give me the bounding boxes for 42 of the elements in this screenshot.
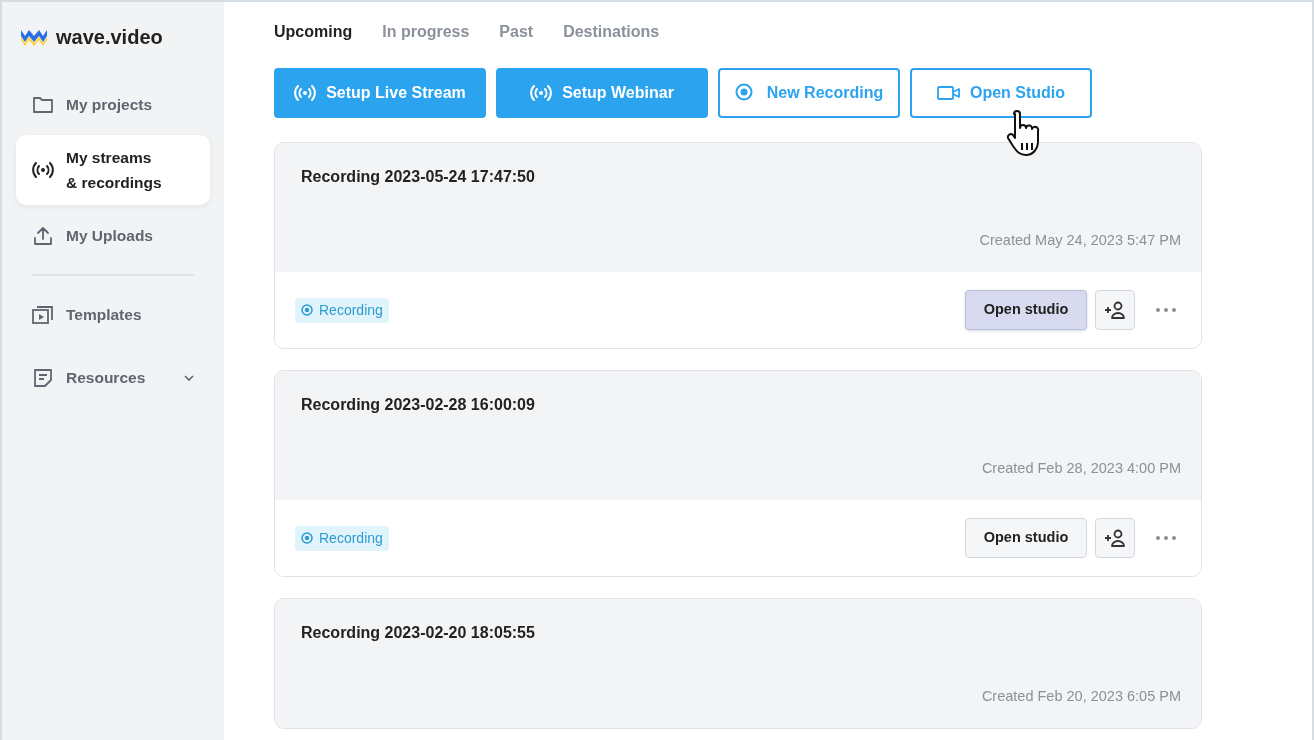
sidebar-item[interactable]: My projects [16,82,210,127]
created-date: Created Feb 28, 2023 4:00 PM [981,459,1181,479]
recording-title: Recording 2023-02-20 18:05:55 [301,623,536,643]
recording-title: Recording 2023-02-28 16:00:09 [301,395,536,415]
logo-text: wave.video [56,25,163,50]
logo-icon [20,28,48,46]
add-user-icon [1104,301,1126,319]
broadcast-icon [294,83,317,103]
created-date: Created Feb 20, 2023 6:05 PM [981,687,1181,707]
action-button[interactable]: New Recording [718,68,900,118]
more-icon [1155,535,1177,541]
folder-icon [32,94,54,115]
more-icon [1155,307,1177,313]
chevron-down-icon [184,374,194,381]
sidebar-item[interactable]: My Uploads [16,213,210,258]
action-button[interactable]: Setup Live Stream [274,68,486,118]
tab[interactable]: Destinations [563,20,660,44]
tab[interactable]: In progress [382,20,470,44]
add-user-icon [1104,529,1126,547]
action-button[interactable]: Setup Webinar [496,68,708,118]
action-button[interactable]: Open Studio [910,68,1092,118]
document-icon [32,367,54,388]
record-icon [301,532,313,544]
created-date: Created May 24, 2023 5:47 PM [979,231,1181,251]
status-tag: Recording [295,525,389,551]
add-user-button[interactable] [1095,518,1135,558]
tab[interactable]: Past [499,20,534,44]
broadcast-icon [530,83,553,103]
recording-title: Recording 2023-05-24 17:47:50 [301,167,536,187]
video-camera-icon [936,84,960,102]
open-studio-button[interactable]: Open studio [965,518,1087,558]
tab[interactable]: Upcoming [274,20,353,44]
play-window-icon [32,304,54,325]
add-user-button[interactable] [1095,290,1135,330]
sidebar-item[interactable]: Templates [16,292,210,337]
record-icon [301,304,313,316]
broadcast-icon [32,159,54,181]
open-studio-button[interactable]: Open studio [965,290,1087,330]
sidebar-item[interactable]: Resources [16,355,210,400]
sidebar-item[interactable]: My streams & recordings [16,135,210,205]
upload-icon [32,225,54,246]
status-tag: Recording [295,297,389,323]
